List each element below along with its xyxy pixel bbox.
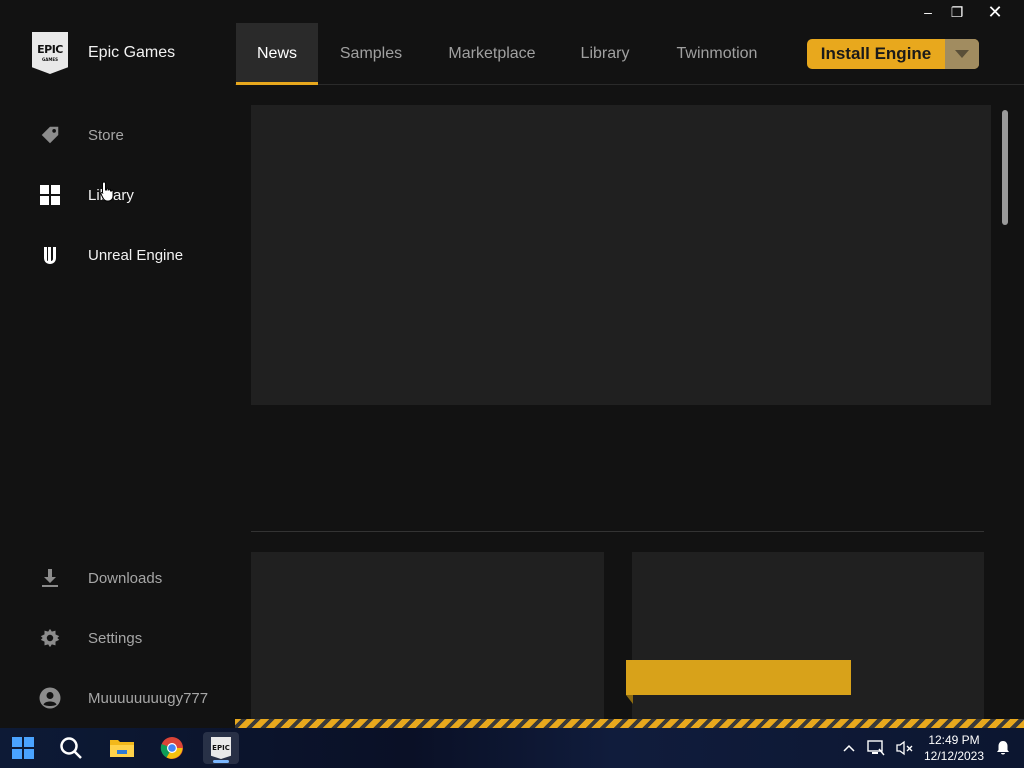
epic-games-launcher-window: EPIC GAMES Epic Games Store Library Unre… (0, 0, 1024, 728)
show-hidden-icons-button[interactable] (839, 738, 859, 758)
volume-button[interactable] (895, 738, 915, 758)
chevron-down-icon (955, 49, 969, 58)
news-content (235, 85, 1024, 722)
windows-taskbar: EPIC 12:49 PM 12/12/2023 (0, 728, 1024, 768)
grid-icon (38, 183, 62, 207)
loading-stripe-bar (235, 719, 1024, 728)
tab-samples[interactable]: Samples (325, 23, 417, 84)
sidebar-item-label: Unreal Engine (88, 246, 184, 264)
brand[interactable]: EPIC GAMES Epic Games (32, 32, 175, 74)
restore-icon: ❐ (950, 3, 964, 20)
sidebar-item-label: Settings (88, 629, 143, 647)
chevron-up-icon (843, 744, 855, 752)
news-banner-ribbon (626, 660, 851, 695)
sidebar-item-downloads[interactable]: Downloads (38, 564, 162, 592)
logo-subtext: GAMES (42, 56, 58, 62)
sidebar-item-label: Muuuuuuuugy777 (88, 689, 209, 707)
epic-games-logo: EPIC GAMES (32, 32, 68, 74)
file-explorer-icon (110, 740, 134, 757)
restore-button[interactable]: ❐ (945, 2, 969, 22)
epic-taskbar-label: EPIC (212, 744, 230, 752)
search-icon (60, 737, 82, 759)
sidebar-item-unreal-engine[interactable]: Unreal Engine (38, 241, 183, 269)
scrollbar-thumb[interactable] (1002, 110, 1008, 225)
clock-time: 12:49 PM (928, 733, 980, 747)
tag-icon (38, 123, 62, 147)
chrome-icon (160, 737, 183, 759)
close-button[interactable]: ✕ (983, 2, 1007, 22)
volume-muted-icon (896, 740, 913, 756)
featured-news-card[interactable] (251, 105, 991, 405)
file-explorer-button[interactable] (104, 732, 140, 764)
account-icon (38, 686, 62, 710)
sidebar-item-label: Downloads (88, 569, 163, 587)
install-dropdown-button[interactable] (945, 39, 979, 69)
chrome-button[interactable] (154, 732, 190, 764)
sidebar-item-label: Store (88, 126, 124, 144)
news-card[interactable] (632, 552, 984, 722)
start-button[interactable] (5, 732, 41, 764)
ribbon-tail (626, 695, 633, 704)
install-engine-button[interactable]: Install Engine (807, 39, 979, 69)
notifications-button[interactable] (993, 738, 1013, 758)
sidebar-item-store[interactable]: Store (38, 121, 124, 149)
taskbar-clock[interactable]: 12:49 PM 12/12/2023 (922, 732, 986, 764)
scrollbar[interactable] (1002, 110, 1010, 710)
minimize-icon: – (924, 4, 932, 20)
epic-games-launcher-icon: EPIC (211, 737, 231, 759)
notification-bell-icon (997, 741, 1009, 755)
logo-text: EPIC (37, 42, 63, 56)
sidebar-item-account[interactable]: Muuuuuuuugy777 (38, 684, 208, 712)
sidebar-item-library[interactable]: Library (38, 181, 134, 209)
install-engine-label[interactable]: Install Engine (807, 39, 945, 69)
tab-twinmotion[interactable]: Twinmotion (665, 23, 769, 84)
hand-cursor-icon (100, 181, 114, 202)
taskbar-search-button[interactable] (53, 732, 89, 764)
epic-games-taskbar-button[interactable]: EPIC (203, 732, 239, 764)
clock-date: 12/12/2023 (923, 749, 985, 763)
gear-icon (38, 626, 62, 650)
minimize-button[interactable]: – (916, 2, 940, 22)
sidebar: EPIC GAMES Epic Games Store Library Unre… (0, 0, 235, 728)
tab-marketplace[interactable]: Marketplace (433, 23, 551, 84)
brand-name: Epic Games (88, 44, 176, 61)
tab-news[interactable]: News (236, 23, 318, 85)
divider (251, 531, 984, 532)
network-button[interactable] (866, 738, 886, 758)
news-card[interactable] (251, 552, 604, 722)
download-icon (38, 566, 62, 590)
windows-start-icon (12, 737, 34, 759)
network-icon (867, 740, 885, 756)
close-icon: ✕ (987, 1, 1003, 22)
unreal-engine-icon (38, 243, 62, 267)
sidebar-item-settings[interactable]: Settings (38, 624, 142, 652)
tab-library[interactable]: Library (570, 23, 640, 84)
